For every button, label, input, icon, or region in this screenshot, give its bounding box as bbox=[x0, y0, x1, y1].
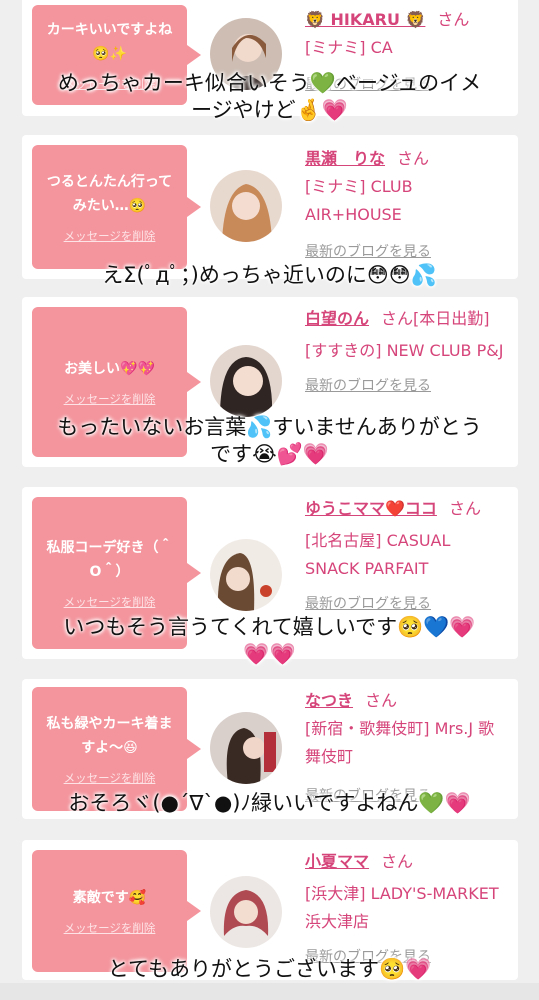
member-info: 白望のん さん[本日出勤] [すすきの] NEW CLUB P&J 最新のブログを… bbox=[305, 305, 505, 395]
message-text: つるとんたん行ってみたい…🥺 bbox=[46, 174, 173, 214]
honorific: さん[本日出勤] bbox=[381, 309, 490, 328]
reply-caption: えΣ(ﾟдﾟ；)めっちゃ近いのに😳😳💦 bbox=[102, 263, 437, 287]
shop-name: [ミナミ] CLUB AIR+HOUSE bbox=[305, 177, 413, 224]
message-text: 素敵です🥰 bbox=[72, 890, 147, 906]
member-name-link[interactable]: ゆうこママ❤️ココ bbox=[305, 499, 437, 518]
avatar[interactable] bbox=[210, 539, 282, 611]
reply-caption: いつもそう言うてくれて嬉しいです🥺💙💗 💗💗 bbox=[63, 615, 476, 666]
member-info: ゆうこママ❤️ココ さん [北名古屋] CASUAL SNACK PARFAIT … bbox=[305, 495, 505, 613]
member-name-link[interactable]: 🦁 HIKARU 🦁 bbox=[305, 10, 425, 29]
member-info: 黒瀬 りな さん [ミナミ] CLUB AIR+HOUSE 最新のブログを見る bbox=[305, 145, 505, 261]
shop-name: [北名古屋] CASUAL SNACK PARFAIT bbox=[305, 531, 451, 578]
reply-caption: とてもありがとうございます🥺💗 bbox=[107, 957, 432, 981]
delete-message-link[interactable]: メッセージを削除 bbox=[64, 594, 156, 610]
reply-caption: めっちゃカーキ似合いそう💚ベージュのイメ ージやけど🤞💗 bbox=[57, 71, 482, 122]
honorific: さん bbox=[397, 149, 430, 168]
avatar[interactable] bbox=[210, 876, 282, 948]
member-name-link[interactable]: 黒瀬 りな bbox=[305, 149, 385, 168]
member-name-link[interactable]: 白望のん bbox=[305, 309, 369, 328]
honorific: さん bbox=[365, 691, 398, 710]
avatar[interactable] bbox=[210, 345, 282, 417]
delete-message-link[interactable]: メッセージを削除 bbox=[64, 770, 156, 786]
member-name-link[interactable]: なつき bbox=[305, 691, 353, 710]
member-info: 小夏ママ さん [浜大津] LADY'S-MARKET 浜大津店 最新のブログを見… bbox=[305, 848, 505, 966]
message-bubble: つるとんたん行ってみたい…🥺 メッセージを削除 bbox=[32, 145, 201, 269]
shop-name: [浜大津] LADY'S-MARKET 浜大津店 bbox=[305, 884, 499, 931]
latest-blog-link[interactable]: 最新のブログを見る bbox=[305, 375, 505, 395]
reply-caption: もったいないお言葉💦すいませんありがとう です😭💕💗 bbox=[57, 415, 482, 466]
avatar[interactable] bbox=[210, 712, 282, 784]
message-text: 私服コーデ好き（＾O＾） bbox=[46, 540, 173, 580]
honorific: さん bbox=[437, 10, 470, 29]
reply-caption: おそろヾ(●ˊ∇ˋ●)ﾉ緑いいですよねん💚💗 bbox=[68, 791, 471, 815]
honorific: さん bbox=[448, 499, 481, 518]
message-text: お美しい💖💖 bbox=[64, 361, 155, 377]
member-name-link[interactable]: 小夏ママ bbox=[305, 852, 369, 871]
delete-message-link[interactable]: メッセージを削除 bbox=[64, 228, 156, 244]
shop-name: [ミナミ] CA bbox=[305, 38, 393, 57]
message-bubble: 素敵です🥰 メッセージを削除 bbox=[32, 850, 201, 972]
delete-message-link[interactable]: メッセージを削除 bbox=[64, 391, 156, 407]
message-text: 私も緑やカーキ着ますよ〜😆 bbox=[46, 716, 173, 756]
message-text: カーキいいですよね🥺✨ bbox=[46, 22, 173, 62]
shop-name: [新宿・歌舞伎町] Mrs.J 歌舞伎町 bbox=[305, 719, 495, 766]
latest-blog-link[interactable]: 最新のブログを見る bbox=[305, 241, 505, 261]
avatar[interactable] bbox=[210, 170, 282, 242]
message-card: つるとんたん行ってみたい…🥺 メッセージを削除 黒瀬 りな さん [ミナミ] CL… bbox=[22, 135, 518, 279]
latest-blog-link[interactable]: 最新のブログを見る bbox=[305, 593, 505, 613]
shop-name: [すすきの] NEW CLUB P&J bbox=[305, 341, 504, 360]
bottom-bar bbox=[0, 983, 539, 1000]
delete-message-link[interactable]: メッセージを削除 bbox=[64, 920, 156, 936]
honorific: さん bbox=[381, 852, 414, 871]
member-info: なつき さん [新宿・歌舞伎町] Mrs.J 歌舞伎町 最新のブログを見る bbox=[305, 687, 505, 805]
